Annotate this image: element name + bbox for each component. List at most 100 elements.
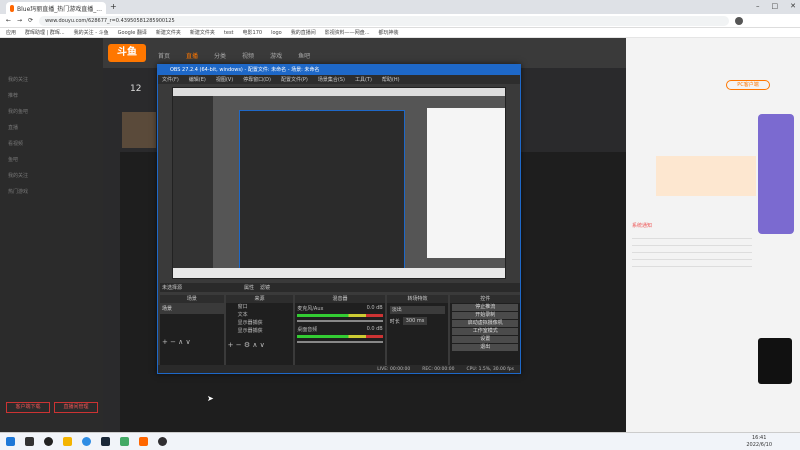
bookmark-item[interactable]: 我的关注 - 斗鱼 (74, 29, 109, 36)
steam-icon[interactable] (25, 437, 34, 446)
tab-title: Blue玛丽直播_热门游戏直播_... (17, 5, 102, 13)
obs-docks: 场景 场景 + − ∧ ∨ 来源 窗口 文本 显示器捕获 显示器捕获 + − ⚙ ∧ … (160, 295, 520, 365)
left-sidebar: 我的关注 推荐 我的鱼吧 直播 看视频 鱼吧 我的关注 热门游戏 客户端下载 直播间管理 (0, 38, 103, 432)
scenes-dock: 场景 场景 + − ∧ ∨ (160, 295, 224, 365)
obs-menu-item[interactable]: 帮助(H) (382, 76, 400, 83)
control-button-5[interactable]: 退出 (452, 344, 518, 351)
reload-icon[interactable]: ⟳ (28, 17, 33, 24)
pc-client-badge[interactable]: PC客户端 (726, 80, 770, 90)
source-controls[interactable]: + − ⚙ ∧ ∨ (226, 335, 294, 349)
obs-menu-item[interactable]: 场景集合(S) (318, 76, 345, 83)
bookmark-item[interactable]: 都玩神装 (379, 29, 399, 36)
volume-slider[interactable] (297, 341, 383, 343)
obs-icon[interactable] (158, 437, 167, 446)
obs-preview[interactable] (172, 87, 506, 279)
control-button-3[interactable]: 工作室模式 (452, 328, 518, 335)
steam-client-icon[interactable] (101, 437, 110, 446)
promo-banner[interactable] (656, 156, 756, 196)
control-button-1[interactable]: 开始录制 (452, 312, 518, 319)
browser-tab[interactable]: Blue玛丽直播_热门游戏直播_... (6, 2, 106, 14)
douyu-nav-item[interactable]: 分类 (214, 51, 226, 60)
windows-start-icon[interactable] (6, 437, 15, 446)
app-icon[interactable] (44, 437, 53, 446)
properties-button[interactable]: 属性 (244, 284, 254, 291)
volume-meter (297, 335, 383, 338)
left-nav-item[interactable]: 我的鱼吧 (8, 104, 103, 120)
obs-menu-item[interactable]: 视图(V) (216, 76, 233, 83)
left-nav-item[interactable]: 鱼吧 (8, 152, 103, 168)
room-manage-button[interactable]: 直播间管理 (54, 402, 98, 413)
obs-status-bar: LIVE: 00:00:00 REC: 00:00:00 CPU: 1.5%, … (158, 365, 520, 373)
bookmark-item[interactable]: test (224, 30, 234, 36)
scene-item[interactable]: 场景 (160, 303, 224, 314)
close-icon[interactable]: ✕ (790, 2, 796, 10)
douyu-nav: 首页 直播 分类 视频 游戏 鱼吧 (158, 51, 310, 60)
control-button-0[interactable]: 停止推流 (452, 304, 518, 311)
duration-input[interactable]: 300 ms (402, 317, 428, 325)
window-controls: – □ ✕ (756, 2, 796, 10)
douyu-favicon-icon (10, 4, 14, 12)
new-tab-icon[interactable]: + (110, 2, 117, 11)
app3-icon[interactable] (139, 437, 148, 446)
bookmark-item[interactable]: 我的直播间 (291, 29, 316, 36)
left-nav-item[interactable]: 看视频 (8, 136, 103, 152)
scene-controls[interactable]: + − ∧ ∨ (160, 314, 224, 346)
live-status: LIVE: 00:00:00 (377, 366, 411, 372)
bookmark-item[interactable]: 新建文件夹 (156, 29, 181, 36)
bookmark-item[interactable]: 群晖助理 | 群晖... (25, 29, 65, 36)
chrome-icon[interactable] (82, 437, 91, 446)
mixer-channel: 麦克风/Aux 0.0 dB (297, 305, 383, 322)
obs-menu-item[interactable]: 工具(T) (355, 76, 372, 83)
source-item[interactable]: 显示器捕获 (238, 327, 294, 335)
back-icon[interactable]: ← (6, 17, 11, 24)
douyu-nav-item[interactable]: 游戏 (270, 51, 282, 60)
control-button-4[interactable]: 设置 (452, 336, 518, 343)
transition-select[interactable]: 淡出 (389, 306, 446, 314)
obs-menu-item[interactable]: 配置文件(P) (281, 76, 308, 83)
bookmark-item[interactable]: 新建文件夹 (190, 29, 215, 36)
client-download-button[interactable]: 客户端下载 (6, 402, 50, 413)
controls-dock: 控件 停止推流 开始录制 启动虚拟摄像机 工作室模式 设置 退出 (450, 295, 520, 365)
obs-menu-item[interactable]: 文件(F) (162, 76, 179, 83)
left-nav-item[interactable]: 我的关注 (8, 168, 103, 184)
file-explorer-icon[interactable] (63, 437, 72, 446)
transitions-dock-title: 转场特效 (386, 295, 449, 303)
bookmark-item[interactable]: Google 翻译 (118, 29, 147, 36)
source-item[interactable]: 显示器捕获 (238, 319, 294, 327)
maximize-icon[interactable]: □ (772, 2, 779, 10)
douyu-nav-item[interactable]: 鱼吧 (298, 51, 310, 60)
minimize-icon[interactable]: – (756, 2, 760, 10)
forward-icon[interactable]: → (17, 17, 22, 24)
left-nav-item[interactable]: 我的关注 (8, 72, 103, 88)
douyu-nav-item[interactable]: 首页 (158, 51, 170, 60)
url-field[interactable]: www.douyu.com/628677_r=0.439505812859001… (39, 15, 730, 26)
transitions-dock: 转场特效 淡出 时长 300 ms (386, 295, 449, 365)
volume-slider[interactable] (297, 320, 383, 322)
source-item[interactable]: 窗口 (238, 303, 294, 311)
activity-panel[interactable] (758, 114, 794, 234)
obs-menu-item[interactable]: 编辑(E) (189, 76, 206, 83)
mixer-channel: 桌面音频 0.0 dB (297, 326, 383, 343)
left-nav-item[interactable]: 热门游戏 (8, 184, 103, 200)
activity-icon[interactable] (758, 338, 792, 384)
left-nav-item[interactable]: 推荐 (8, 88, 103, 104)
source-item[interactable]: 文本 (238, 311, 294, 319)
app2-icon[interactable] (120, 437, 129, 446)
douyu-logo[interactable]: 斗鱼 (108, 44, 146, 62)
clock-time: 16:41 (751, 434, 767, 441)
bookmark-item[interactable]: 电影170 (243, 29, 263, 36)
bookmark-item[interactable]: 影视资料——网盘... (325, 29, 370, 36)
mixer-dock-title: 混音器 (295, 295, 385, 303)
control-button-2[interactable]: 启动虚拟摄像机 (452, 320, 518, 327)
bookmark-item[interactable]: 应用 (6, 29, 16, 36)
filters-button[interactable]: 滤镜 (260, 284, 270, 291)
anchor-thumbnail[interactable] (122, 112, 156, 148)
clock[interactable]: 16:41 2022/6/10 (746, 435, 800, 449)
mixer-channel-header: 麦克风/Aux 0.0 dB (297, 305, 382, 312)
douyu-nav-item[interactable]: 直播 (186, 51, 198, 60)
profile-icon[interactable] (735, 16, 744, 25)
douyu-nav-item[interactable]: 视频 (242, 51, 254, 60)
bookmark-item[interactable]: logo (271, 30, 282, 36)
left-nav-item[interactable]: 直播 (8, 120, 103, 136)
obs-menu-item[interactable]: 停靠窗口(D) (243, 76, 271, 83)
